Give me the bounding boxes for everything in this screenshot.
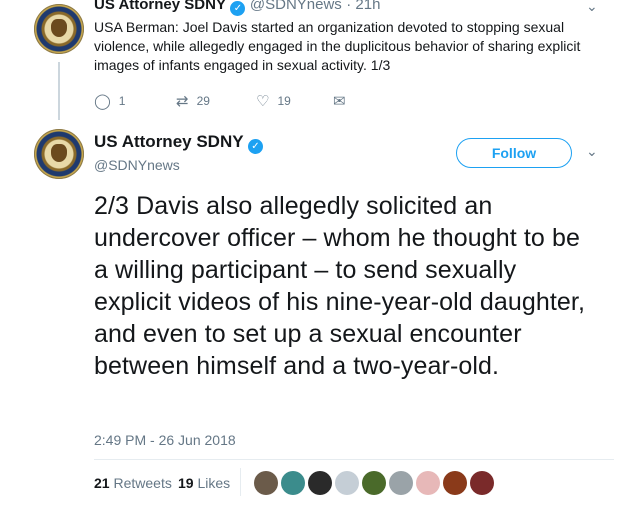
heart-icon: ♡ bbox=[256, 93, 270, 110]
avatar[interactable] bbox=[34, 4, 84, 54]
avatar[interactable] bbox=[34, 129, 84, 179]
prev-tweet-text: USA Berman: Joel Davis started an organi… bbox=[94, 19, 581, 73]
author-handle[interactable]: @SDNYnews bbox=[250, 0, 342, 13]
liker-avatar[interactable] bbox=[470, 471, 494, 495]
like-action[interactable]: ♡ 19 bbox=[256, 92, 291, 110]
envelope-icon: ✉ bbox=[333, 93, 346, 110]
liker-avatar[interactable] bbox=[254, 471, 278, 495]
follow-button[interactable]: Follow bbox=[456, 138, 572, 168]
tweet-time[interactable]: · 21h bbox=[346, 0, 380, 13]
main-tweet-text: 2/3 Davis also allegedly solicited an un… bbox=[94, 192, 585, 380]
reply-action[interactable]: ◯ 1 bbox=[94, 92, 125, 110]
main-tweet-author: US Attorney SDNY ✓ @SDNYnews bbox=[94, 132, 263, 173]
chevron-down-icon[interactable]: ⌄ bbox=[586, 143, 598, 160]
retweet-icon: ⇄ bbox=[176, 93, 189, 110]
likes-count: 19 bbox=[178, 475, 194, 491]
thread-connector-line bbox=[58, 62, 60, 120]
like-stats[interactable]: 19 Likes bbox=[178, 475, 230, 491]
divider bbox=[94, 459, 614, 460]
author-name[interactable]: US Attorney SDNY bbox=[94, 0, 226, 13]
dm-action[interactable]: ✉ bbox=[333, 92, 354, 110]
liker-avatar[interactable] bbox=[443, 471, 467, 495]
verified-badge-icon: ✓ bbox=[230, 1, 246, 16]
retweet-count: 29 bbox=[196, 94, 210, 108]
likes-label: Likes bbox=[197, 475, 231, 491]
divider bbox=[240, 468, 241, 496]
author-name[interactable]: US Attorney SDNY bbox=[94, 132, 243, 151]
author-handle[interactable]: @SDNYnews bbox=[94, 157, 263, 173]
reply-count: 1 bbox=[118, 94, 126, 108]
verified-badge-icon: ✓ bbox=[247, 139, 263, 154]
liker-avatar[interactable] bbox=[362, 471, 386, 495]
retweets-count: 21 bbox=[94, 475, 110, 491]
liker-avatar[interactable] bbox=[389, 471, 413, 495]
liker-avatar[interactable] bbox=[335, 471, 359, 495]
prev-tweet-header: US Attorney SDNY ✓ @SDNYnews · 21h bbox=[94, 0, 380, 16]
retweet-action[interactable]: ⇄ 29 bbox=[176, 92, 210, 110]
liker-avatar[interactable] bbox=[281, 471, 305, 495]
reply-icon: ◯ bbox=[94, 93, 111, 110]
liker-avatar[interactable] bbox=[416, 471, 440, 495]
liker-avatar[interactable] bbox=[308, 471, 332, 495]
retweet-stats[interactable]: 21 Retweets bbox=[94, 475, 172, 491]
like-count: 19 bbox=[277, 94, 291, 108]
liker-avatars bbox=[254, 471, 494, 495]
tweet-timestamp[interactable]: 2:49 PM - 26 Jun 2018 bbox=[94, 432, 236, 448]
chevron-down-icon[interactable]: ⌄ bbox=[586, 0, 598, 15]
retweets-label: Retweets bbox=[113, 475, 172, 491]
